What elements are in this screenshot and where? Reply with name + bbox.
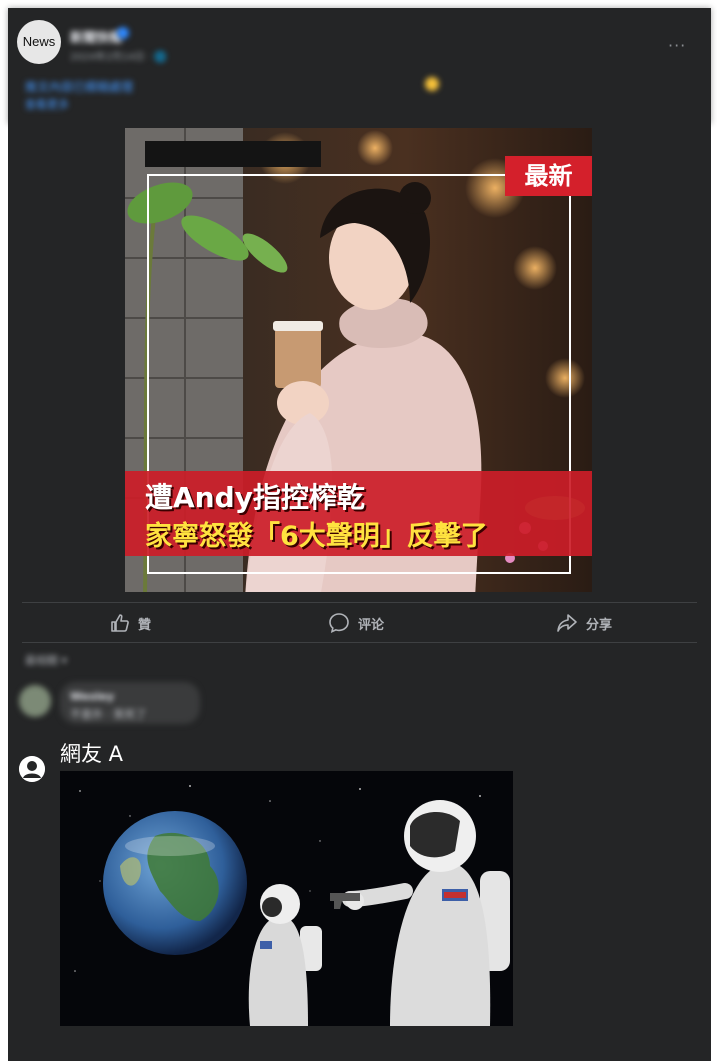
page-name[interactable]: 新聞快報 [70,27,122,46]
redaction-bar [145,141,321,167]
comment-author[interactable]: Wesley [70,690,114,703]
post-header-panel [8,8,711,124]
caption-link[interactable]: 查看更多 [25,96,69,112]
astronaut-meme-image[interactable] [60,771,513,1026]
like-label: 贊 [138,617,152,633]
page-avatar[interactable]: News [17,20,61,64]
meme-scene [60,771,513,1026]
commenter-avatar[interactable] [19,685,51,717]
comment-text: 不意外 · 笑死了 [70,708,147,721]
headline-line-1: 遭Andy指控榨乾 [145,481,365,514]
post-image[interactable]: 最新 遭Andy指控榨乾 家寧怒發「6大聲明」反擊了 [125,128,592,592]
share-arrow-icon [557,614,577,632]
post-caption: 推文內容已模糊處理 [25,78,133,95]
post-timestamp[interactable]: 2024年2月14日 · 🌐 [70,48,167,63]
verified-badge-icon [117,27,129,39]
thumbs-up-icon [111,614,129,632]
latest-badge: 最新 [505,156,592,196]
share-label: 分享 [586,617,613,633]
headline-line-2: 家寧怒發「6大聲明」反擊了 [145,521,488,552]
comment-button[interactable]: 评论 [328,611,384,635]
more-options-icon[interactable]: ··· [668,36,686,55]
share-button[interactable]: 分享 [556,611,612,635]
emoji-icon [425,77,439,91]
comment-sort-dropdown[interactable]: 最相關 ▾ [25,652,67,668]
divider [22,602,697,603]
reply-author[interactable]: 網友 A [60,738,123,768]
user-avatar-icon [19,756,45,782]
comment-label: 评论 [358,617,385,633]
caption-text: 推文內容已模糊處理 [25,80,134,94]
like-button[interactable]: 贊 [110,611,151,635]
comment-bubble-icon [329,613,349,633]
divider [22,642,697,643]
